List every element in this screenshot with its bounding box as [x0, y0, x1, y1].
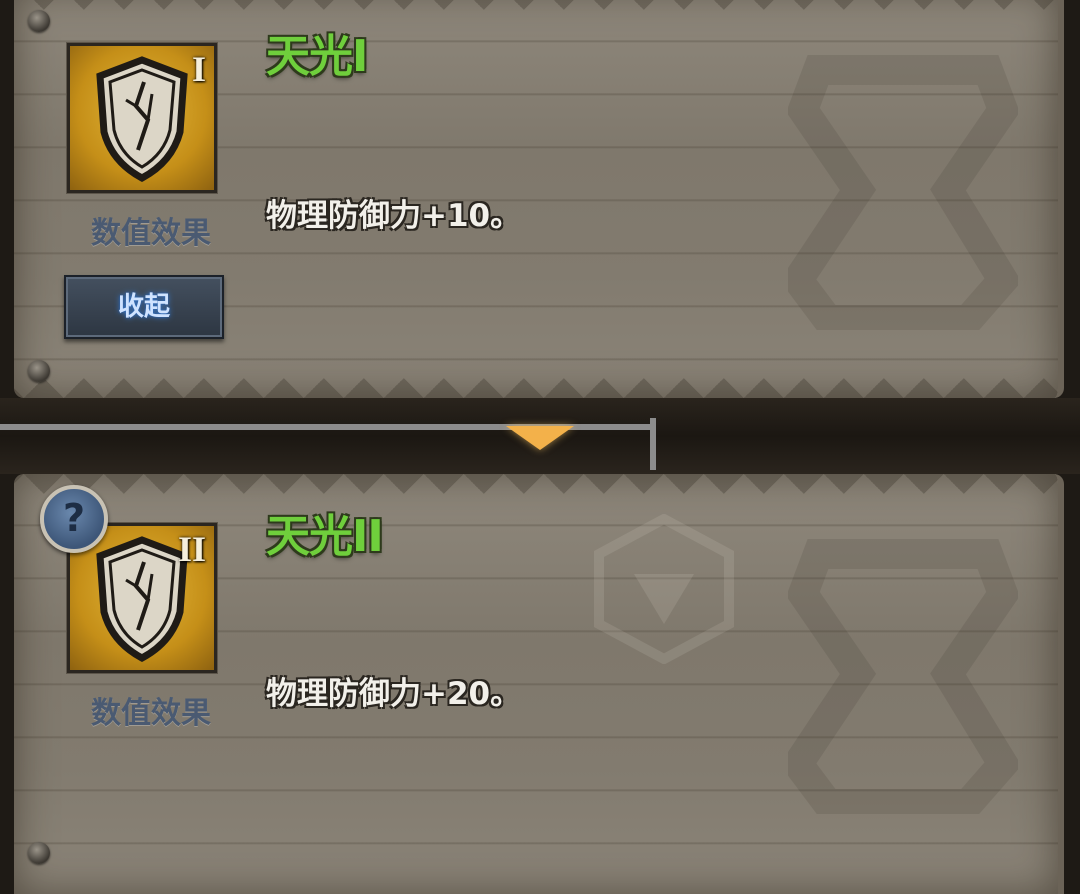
down-arrow-icon[interactable]: [506, 426, 574, 450]
effect-type-label: 数值效果: [91, 216, 211, 251]
skill-description: 物理防御力+10。: [266, 198, 522, 234]
watermark-hexagon-icon: [594, 514, 734, 664]
rivet: [28, 360, 50, 382]
panel-border-pattern: [14, 372, 1058, 398]
skill-rank: II: [177, 529, 206, 569]
panel-border-pattern: [14, 0, 1058, 16]
skill-description: 物理防御力+20。: [266, 676, 522, 712]
skill-icon-background: I: [70, 46, 214, 190]
panel-border-pattern: [14, 474, 1058, 500]
rivet: [28, 10, 50, 32]
skill-panel-2: II 数值效果 天光II 物理防御力+20。: [14, 474, 1064, 894]
collapse-button[interactable]: 收起: [64, 275, 224, 339]
rivet: [28, 842, 50, 864]
divider-line: [650, 418, 656, 470]
skill-icon-frame[interactable]: I: [66, 42, 218, 194]
skill-rank: I: [191, 49, 206, 89]
background-emblem-icon: [788, 539, 1018, 814]
skill-name: 天光I: [266, 31, 368, 82]
effect-type-label: 数值效果: [91, 696, 211, 731]
skill-panel-1: I 数值效果 天光I 物理防御力+10。 收起: [14, 0, 1064, 398]
shield-icon: [96, 56, 188, 182]
background-emblem-icon: [788, 55, 1018, 330]
question-icon[interactable]: ?: [40, 485, 108, 553]
skill-name: 天光II: [266, 511, 384, 562]
